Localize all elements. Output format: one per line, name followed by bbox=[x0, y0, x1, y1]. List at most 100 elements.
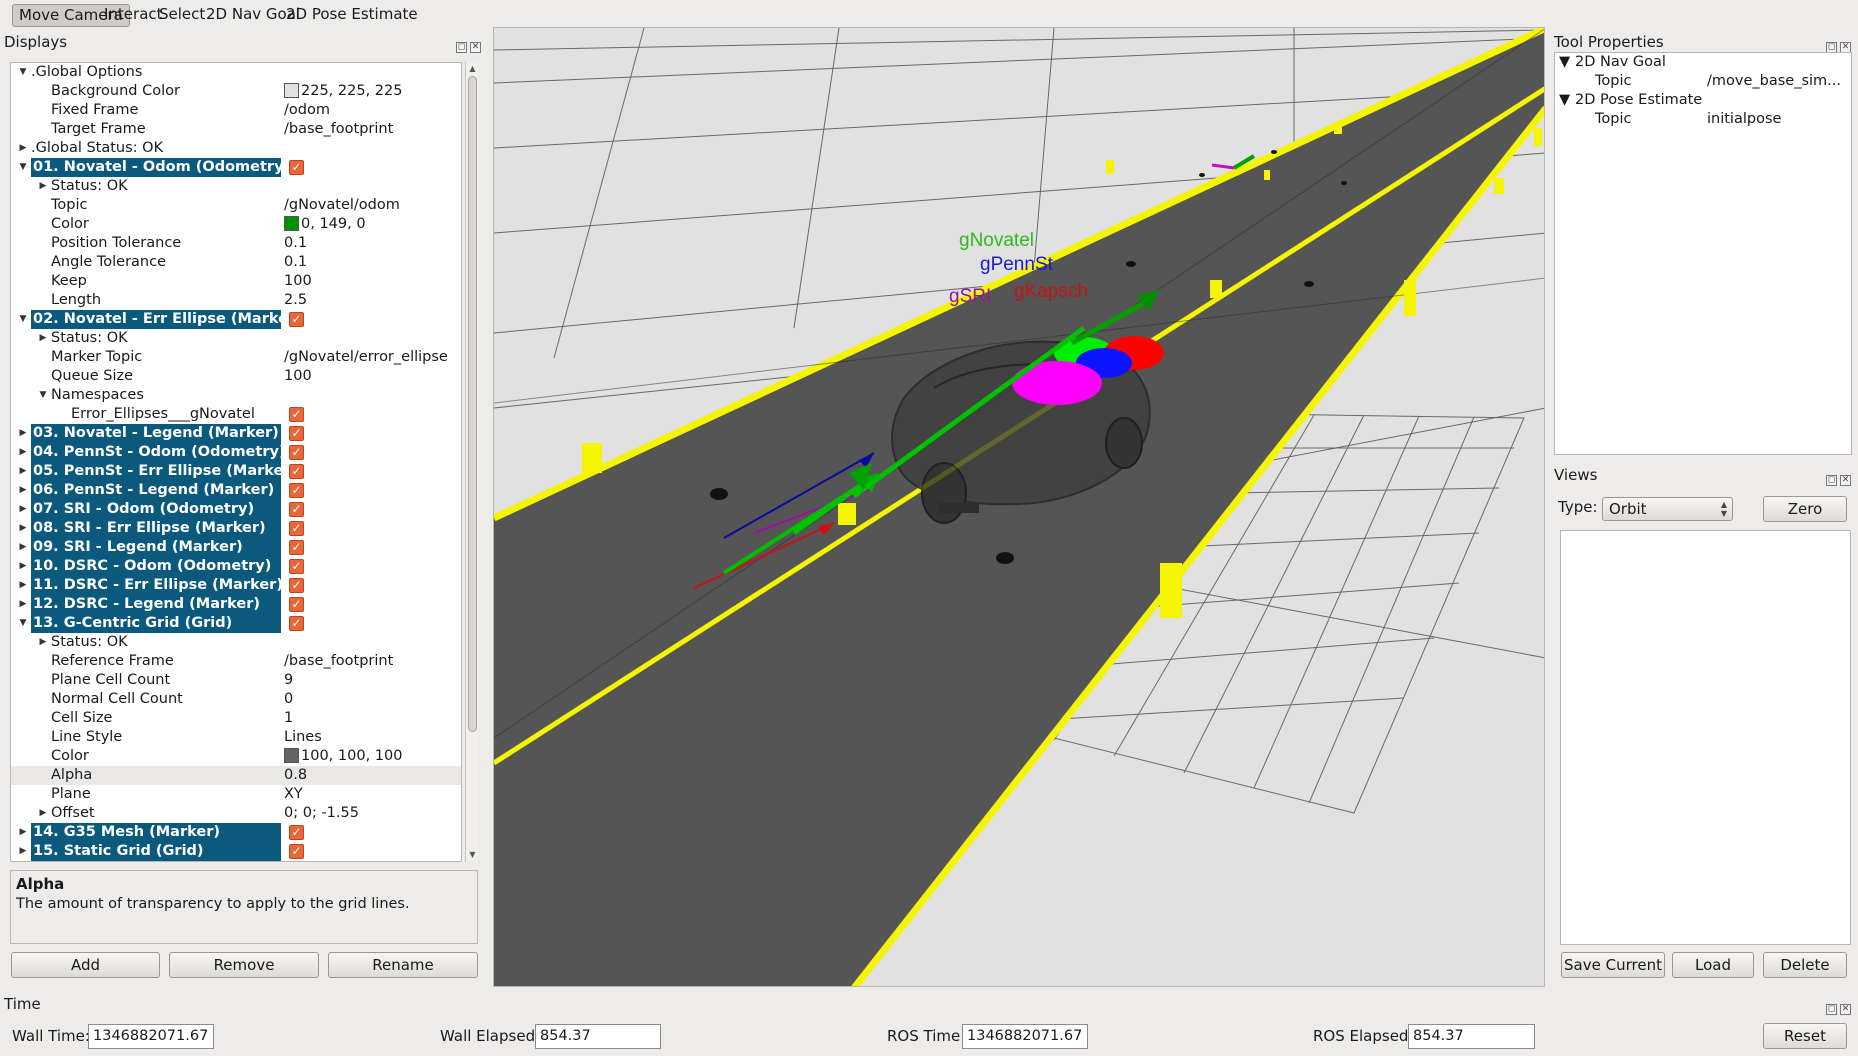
collapsed-arrow-icon[interactable]: ▶ bbox=[17, 484, 29, 496]
collapsed-arrow-icon[interactable]: ▶ bbox=[37, 180, 49, 192]
enabled-checkbox[interactable]: ✓ bbox=[289, 312, 304, 327]
tree-item-value[interactable]: 0.1 bbox=[284, 234, 307, 253]
tree-item-value[interactable]: 100 bbox=[284, 367, 312, 386]
close-icon[interactable]: ✕ bbox=[470, 42, 481, 53]
display-item[interactable]: ▶ 05. PennSt - Err Ellipse (Marker) ✓ bbox=[11, 462, 461, 481]
color-swatch[interactable] bbox=[284, 83, 299, 98]
enabled-checkbox[interactable]: ✓ bbox=[289, 464, 304, 479]
expanded-arrow-icon[interactable]: ▼ bbox=[17, 161, 29, 173]
display-item[interactable]: ▼ 13. G-Centric Grid (Grid) ✓ bbox=[11, 614, 461, 633]
expanded-arrow-icon[interactable]: ▼ bbox=[17, 617, 29, 629]
property-row[interactable]: Background Color 225, 225, 225 bbox=[11, 82, 461, 101]
tree-item-value[interactable]: 0; 0; -1.55 bbox=[284, 804, 359, 823]
enabled-checkbox[interactable]: ✓ bbox=[289, 483, 304, 498]
tree-item-value[interactable]: 2.5 bbox=[284, 291, 307, 310]
tp-arrow[interactable]: ▼ bbox=[1559, 53, 1570, 72]
tree-item-value[interactable]: /base_footprint bbox=[284, 120, 393, 139]
property-row[interactable]: Angle Tolerance 0.1 bbox=[11, 253, 461, 272]
tree-item-value[interactable]: 100, 100, 100 bbox=[284, 747, 402, 766]
remove-button[interactable]: Remove bbox=[169, 952, 319, 978]
float-icon[interactable]: ◻ bbox=[1826, 1004, 1837, 1015]
tree-item-value[interactable]: 0.8 bbox=[284, 766, 307, 785]
color-swatch[interactable] bbox=[284, 748, 299, 763]
property-row[interactable]: Cell Size 1 bbox=[11, 709, 461, 728]
zero-button[interactable]: Zero bbox=[1763, 496, 1847, 522]
property-row[interactable]: ▶ Status: OK bbox=[11, 177, 461, 196]
collapsed-arrow-icon[interactable]: ▶ bbox=[17, 579, 29, 591]
tp-value-nav-goal-topic[interactable]: /move_base_sim... bbox=[1707, 72, 1841, 91]
enabled-checkbox[interactable]: ✓ bbox=[289, 597, 304, 612]
display-item[interactable]: ▶ 12. DSRC - Legend (Marker) ✓ bbox=[11, 595, 461, 614]
reset-button[interactable]: Reset bbox=[1763, 1023, 1847, 1049]
tree-item-value[interactable]: XY bbox=[284, 785, 303, 804]
enabled-checkbox[interactable]: ✓ bbox=[289, 540, 304, 555]
property-row[interactable]: Queue Size 100 bbox=[11, 367, 461, 386]
property-row[interactable]: Marker Topic/gNovatel/error_ellipse bbox=[11, 348, 461, 367]
scroll-down-icon[interactable]: ▼ bbox=[467, 849, 478, 861]
close-icon[interactable]: ✕ bbox=[1840, 475, 1851, 486]
collapsed-arrow-icon[interactable]: ▶ bbox=[37, 807, 49, 819]
enabled-checkbox[interactable]: ✓ bbox=[289, 825, 304, 840]
collapsed-arrow-icon[interactable]: ▶ bbox=[17, 142, 29, 154]
property-row[interactable]: Error_Ellipses___gNovatel ✓ bbox=[11, 405, 461, 424]
enabled-checkbox[interactable]: ✓ bbox=[289, 445, 304, 460]
property-row[interactable]: Color 100, 100, 100 bbox=[11, 747, 461, 766]
collapsed-arrow-icon[interactable]: ▶ bbox=[17, 446, 29, 458]
wall-time-field[interactable]: 1346882071.67 bbox=[88, 1024, 214, 1049]
display-item[interactable]: ▶ 10. DSRC - Odom (Odometry) ✓ bbox=[11, 557, 461, 576]
property-row[interactable]: Reference Frame/base_footprint bbox=[11, 652, 461, 671]
displays-scrollbar[interactable]: ▲ ▼ bbox=[465, 62, 478, 862]
tree-item-value[interactable]: /gNovatel/error_ellipse bbox=[284, 348, 448, 367]
enabled-checkbox[interactable]: ✓ bbox=[289, 559, 304, 574]
display-item[interactable]: ▶ 03. Novatel - Legend (Marker) ✓ bbox=[11, 424, 461, 443]
property-row[interactable]: ▶ .Global Status: OK bbox=[11, 139, 461, 158]
enabled-checkbox[interactable]: ✓ bbox=[289, 616, 304, 631]
property-row[interactable]: ▶ Status: OK bbox=[11, 633, 461, 652]
collapsed-arrow-icon[interactable]: ▶ bbox=[17, 598, 29, 610]
delete-button[interactable]: Delete bbox=[1763, 952, 1847, 978]
expanded-arrow-icon[interactable]: ▼ bbox=[17, 313, 29, 325]
property-row[interactable]: Topic/gNovatel/odom bbox=[11, 196, 461, 215]
collapsed-arrow-icon[interactable]: ▶ bbox=[17, 465, 29, 477]
tree-item-value[interactable]: 0 bbox=[284, 690, 293, 709]
tree-item-value[interactable]: 225, 225, 225 bbox=[284, 82, 402, 101]
display-item[interactable]: ▶ 14. G35 Mesh (Marker) ✓ bbox=[11, 823, 461, 842]
float-icon[interactable]: ◻ bbox=[456, 42, 467, 53]
display-item[interactable]: ▶ 15. Static Grid (Grid) ✓ bbox=[11, 842, 461, 861]
property-row[interactable]: ▶ Status: OK bbox=[11, 329, 461, 348]
tree-item-value[interactable]: /odom bbox=[284, 101, 330, 120]
collapsed-arrow-icon[interactable]: ▶ bbox=[17, 522, 29, 534]
property-row[interactable]: Fixed Frame/odom bbox=[11, 101, 461, 120]
display-item[interactable]: ▼ 02. Novatel - Err Ellipse (Marker) ✓ bbox=[11, 310, 461, 329]
tree-item-value[interactable]: 1 bbox=[284, 709, 293, 728]
property-row[interactable]: Position Tolerance 0.1 bbox=[11, 234, 461, 253]
wall-elapsed-field[interactable]: 854.37 bbox=[535, 1024, 661, 1049]
property-row[interactable]: ▼ Namespaces bbox=[11, 386, 461, 405]
enabled-checkbox[interactable]: ✓ bbox=[289, 407, 304, 422]
tp-value-pose-topic[interactable]: initialpose bbox=[1707, 110, 1781, 129]
float-icon[interactable]: ◻ bbox=[1826, 475, 1837, 486]
collapsed-arrow-icon[interactable]: ▶ bbox=[37, 332, 49, 344]
tree-item-value[interactable]: 9 bbox=[284, 671, 293, 690]
tree-item-value[interactable]: 0.1 bbox=[284, 253, 307, 272]
color-swatch[interactable] bbox=[284, 216, 299, 231]
property-row[interactable]: Length 2.5 bbox=[11, 291, 461, 310]
collapsed-arrow-icon[interactable]: ▶ bbox=[17, 427, 29, 439]
close-icon[interactable]: ✕ bbox=[1840, 1004, 1851, 1015]
collapsed-arrow-icon[interactable]: ▶ bbox=[17, 845, 29, 857]
enabled-checkbox[interactable]: ✓ bbox=[289, 844, 304, 859]
3d-viewport[interactable]: gNovatel gPennSt gSRI gKapsch bbox=[493, 27, 1545, 987]
enabled-checkbox[interactable]: ✓ bbox=[289, 160, 304, 175]
load-button[interactable]: Load bbox=[1672, 952, 1754, 978]
3d-scene[interactable]: gNovatel gPennSt gSRI gKapsch bbox=[494, 28, 1545, 987]
enabled-checkbox[interactable]: ✓ bbox=[289, 578, 304, 593]
property-row[interactable]: Color 0, 149, 0 bbox=[11, 215, 461, 234]
display-item[interactable]: ▶ 06. PennSt - Legend (Marker) ✓ bbox=[11, 481, 461, 500]
expanded-arrow-icon[interactable]: ▼ bbox=[17, 66, 29, 78]
enabled-checkbox[interactable]: ✓ bbox=[289, 521, 304, 536]
display-item[interactable]: ▶ 08. SRI - Err Ellipse (Marker) ✓ bbox=[11, 519, 461, 538]
enabled-checkbox[interactable]: ✓ bbox=[289, 426, 304, 441]
tp-arrow[interactable]: ▼ bbox=[1559, 91, 1570, 110]
view-type-select[interactable]: Orbit ▲ ▼ bbox=[1602, 497, 1733, 521]
property-row[interactable]: Line Style Lines bbox=[11, 728, 461, 747]
